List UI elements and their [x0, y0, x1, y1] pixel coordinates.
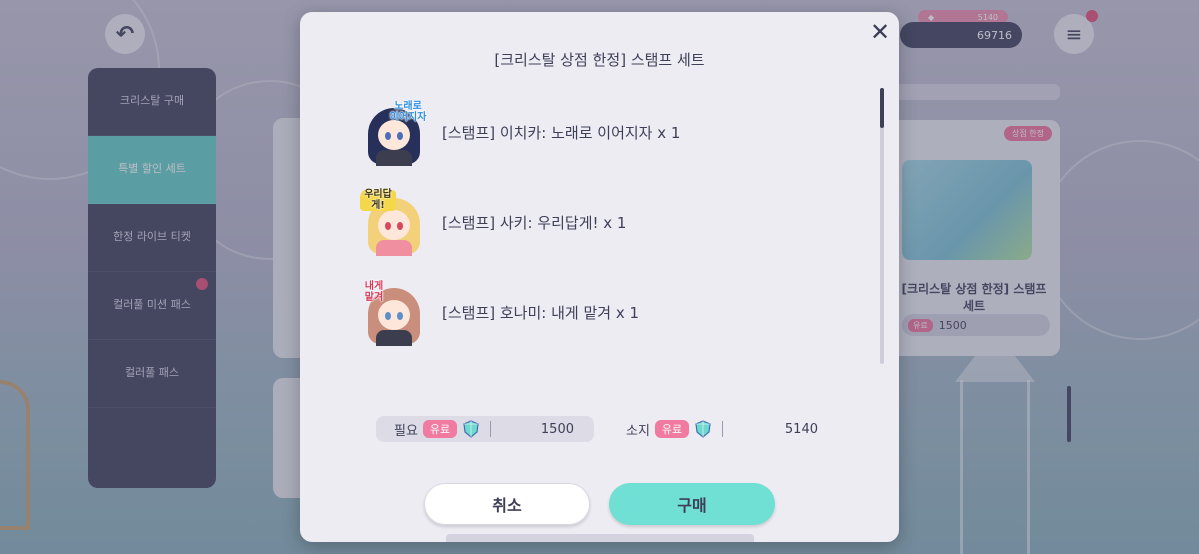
- list-item: 내게 맡겨 [스탬프] 호나미: 내게 맡겨 x 1: [360, 277, 820, 347]
- owned-value: 5140: [784, 421, 818, 437]
- item-label: [스탬프] 호나미: 내게 맡겨 x 1: [442, 303, 640, 322]
- owned-label: 소지: [626, 423, 650, 439]
- purchase-dialog: ✕ [크리스탈 상점 한정] 스탬프 세트 노래로 이어지자 [스탬프] 이치카…: [300, 12, 899, 542]
- item-label: [스탬프] 사키: 우리답게! x 1: [442, 213, 627, 232]
- divider: [722, 421, 724, 437]
- stamp-saki-image: 우리답게!: [360, 188, 428, 256]
- item-list[interactable]: 노래로 이어지자 [스탬프] 이치카: 노래로 이어지자 x 1 우리답게! […: [360, 94, 860, 366]
- list-scrollbar[interactable]: [880, 88, 884, 364]
- buy-button[interactable]: 구매: [609, 483, 775, 525]
- item-label: [스탬프] 이치카: 노래로 이어지자 x 1: [442, 123, 681, 142]
- stamp-caption: 내게 맡겨: [364, 281, 384, 303]
- paid-badge: 유료: [654, 420, 690, 438]
- bottom-edge: [446, 534, 754, 542]
- dialog-title: [크리스탈 상점 한정] 스탬프 세트: [494, 51, 705, 69]
- stamp-caption: 우리답게!: [360, 189, 396, 211]
- crystal-icon: [695, 420, 711, 438]
- close-icon: ✕: [869, 18, 891, 46]
- stamp-caption: 노래로 이어지자: [389, 101, 427, 123]
- list-item: 우리답게! [스탬프] 사키: 우리답게! x 1: [360, 187, 820, 257]
- cancel-button[interactable]: 취소: [424, 483, 590, 525]
- close-button[interactable]: ✕: [868, 18, 892, 46]
- scrollbar-thumb[interactable]: [880, 88, 884, 128]
- owned-amount: 소지 유료 5140: [620, 416, 820, 442]
- crystal-icon: [463, 420, 479, 438]
- required-value: 1500: [540, 421, 574, 437]
- divider: [490, 421, 492, 437]
- stamp-honami-image: 내게 맡겨: [360, 278, 428, 346]
- required-cost: 필요 유료 1500: [376, 416, 594, 442]
- paid-badge: 유료: [422, 420, 458, 438]
- stamp-ichika-image: 노래로 이어지자: [360, 98, 428, 166]
- required-label: 필요: [394, 423, 418, 439]
- list-item: 노래로 이어지자 [스탬프] 이치카: 노래로 이어지자 x 1: [360, 97, 820, 167]
